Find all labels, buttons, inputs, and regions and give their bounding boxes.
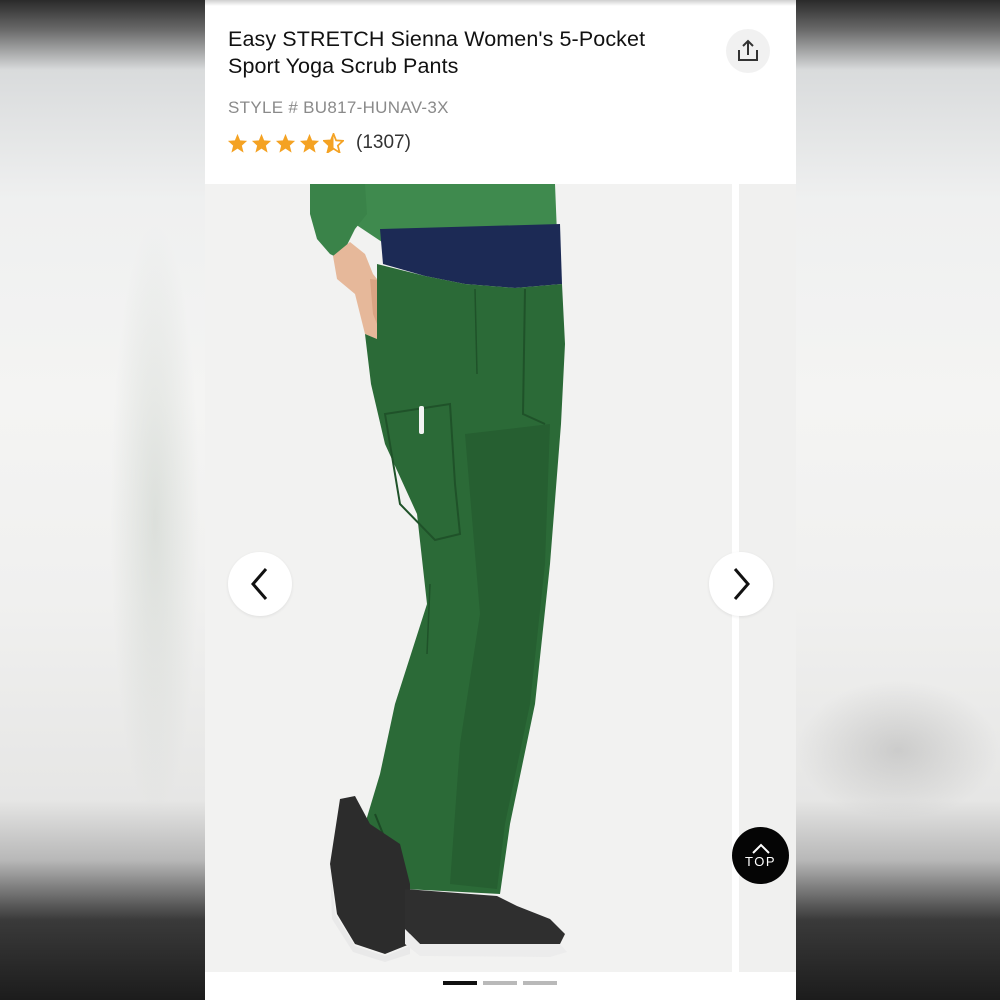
product-title: Easy STRETCH Sienna Women's 5-Pocket Spo… <box>228 27 646 78</box>
star-rating <box>227 133 344 153</box>
style-number: STYLE # BU817-HUNAV-3X <box>228 98 449 117</box>
back-to-top-button[interactable]: TOP <box>732 827 789 884</box>
chevron-left-icon <box>251 568 268 600</box>
next-image-button[interactable] <box>709 552 773 616</box>
share-button[interactable] <box>726 29 770 73</box>
previous-image-button[interactable] <box>228 552 292 616</box>
review-count[interactable]: (1307) <box>356 132 411 154</box>
star-icon <box>251 133 272 153</box>
blurred-background-left <box>0 0 205 1000</box>
pagination-dot-active[interactable] <box>443 981 477 985</box>
top-divider <box>205 0 796 6</box>
star-icon <box>275 133 296 153</box>
star-icon <box>227 133 248 153</box>
blurred-background-right <box>796 0 1000 1000</box>
product-page: Easy STRETCH Sienna Women's 5-Pocket Spo… <box>205 0 796 1000</box>
product-image-carousel[interactable] <box>205 184 796 972</box>
share-icon <box>738 39 758 61</box>
pagination-dot[interactable] <box>523 981 557 985</box>
top-label: TOP <box>745 853 776 869</box>
pagination-dot[interactable] <box>483 981 517 985</box>
rating[interactable]: (1307) <box>227 130 411 156</box>
star-icon <box>299 133 320 153</box>
carousel-pagination[interactable] <box>443 981 557 985</box>
chevron-right-icon <box>733 568 750 600</box>
star-half-icon <box>323 133 344 153</box>
